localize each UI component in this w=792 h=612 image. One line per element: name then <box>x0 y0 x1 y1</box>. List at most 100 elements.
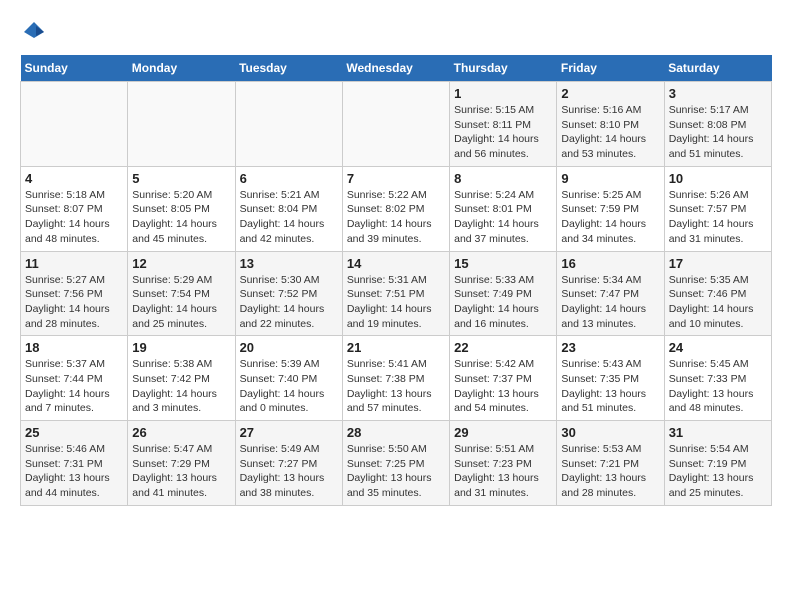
calendar-week-row: 11 Sunrise: 5:27 AM Sunset: 7:56 PM Dayli… <box>21 251 772 336</box>
calendar-cell: 27 Sunrise: 5:49 AM Sunset: 7:27 PM Dayli… <box>235 421 342 506</box>
day-info: Sunrise: 5:38 AM Sunset: 7:42 PM Dayligh… <box>132 357 230 416</box>
calendar-cell: 1Sunrise: 5:15 AM Sunset: 8:11 PM Daylig… <box>450 82 557 167</box>
calendar-cell <box>128 82 235 167</box>
calendar-cell: 12Sunrise: 5:29 AM Sunset: 7:54 PM Dayli… <box>128 251 235 336</box>
day-info: Sunrise: 5:18 AM Sunset: 8:07 PM Dayligh… <box>25 188 123 247</box>
day-info: Sunrise: 5:45 AM Sunset: 7:33 PM Dayligh… <box>669 357 767 416</box>
day-number: 19 <box>132 340 230 355</box>
calendar-week-row: 25 Sunrise: 5:46 AM Sunset: 7:31 PM Dayli… <box>21 421 772 506</box>
calendar-cell: 3 Sunrise: 5:17 AM Sunset: 8:08 PM Daylig… <box>664 82 771 167</box>
calendar-cell: 10 Sunrise: 5:26 AM Sunset: 7:57 PM Dayli… <box>664 166 771 251</box>
logo-icon <box>22 20 46 44</box>
day-info: Sunrise: 5:51 AM Sunset: 7:23 PM Dayligh… <box>454 442 552 501</box>
calendar-cell: 20Sunrise: 5:39 AM Sunset: 7:40 PM Dayli… <box>235 336 342 421</box>
day-info: Sunrise: 5:50 AM Sunset: 7:25 PM Dayligh… <box>347 442 445 501</box>
day-info: Sunrise: 5:53 AM Sunset: 7:21 PM Dayligh… <box>561 442 659 501</box>
day-info: Sunrise: 5:21 AM Sunset: 8:04 PM Dayligh… <box>240 188 338 247</box>
calendar-cell: 6 Sunrise: 5:21 AM Sunset: 8:04 PM Daylig… <box>235 166 342 251</box>
calendar-cell: 17 Sunrise: 5:35 AM Sunset: 7:46 PM Dayli… <box>664 251 771 336</box>
calendar-cell: 14 Sunrise: 5:31 AM Sunset: 7:51 PM Dayli… <box>342 251 449 336</box>
day-number: 9 <box>561 171 659 186</box>
day-info: Sunrise: 5:26 AM Sunset: 7:57 PM Dayligh… <box>669 188 767 247</box>
calendar-cell: 31 Sunrise: 5:54 AM Sunset: 7:19 PM Dayli… <box>664 421 771 506</box>
day-info: Sunrise: 5:30 AM Sunset: 7:52 PM Dayligh… <box>240 273 338 332</box>
day-number: 16 <box>561 256 659 271</box>
calendar-cell: 18Sunrise: 5:37 AM Sunset: 7:44 PM Dayli… <box>21 336 128 421</box>
calendar-table: SundayMondayTuesdayWednesdayThursdayFrid… <box>20 55 772 506</box>
day-number: 5 <box>132 171 230 186</box>
day-number: 18 <box>25 340 123 355</box>
day-number: 29 <box>454 425 552 440</box>
calendar-cell: 24 Sunrise: 5:45 AM Sunset: 7:33 PM Dayli… <box>664 336 771 421</box>
day-number: 20 <box>240 340 338 355</box>
day-of-week-header: Friday <box>557 55 664 82</box>
calendar-week-row: 4 Sunrise: 5:18 AM Sunset: 8:07 PM Daylig… <box>21 166 772 251</box>
day-number: 7 <box>347 171 445 186</box>
calendar-cell: 8Sunrise: 5:24 AM Sunset: 8:01 PM Daylig… <box>450 166 557 251</box>
calendar-week-row: 1Sunrise: 5:15 AM Sunset: 8:11 PM Daylig… <box>21 82 772 167</box>
day-info: Sunrise: 5:31 AM Sunset: 7:51 PM Dayligh… <box>347 273 445 332</box>
calendar-cell: 29 Sunrise: 5:51 AM Sunset: 7:23 PM Dayli… <box>450 421 557 506</box>
day-number: 14 <box>347 256 445 271</box>
calendar-cell: 22 Sunrise: 5:42 AM Sunset: 7:37 PM Dayli… <box>450 336 557 421</box>
day-info: Sunrise: 5:49 AM Sunset: 7:27 PM Dayligh… <box>240 442 338 501</box>
calendar-cell: 7Sunrise: 5:22 AM Sunset: 8:02 PM Daylig… <box>342 166 449 251</box>
day-of-week-header: Sunday <box>21 55 128 82</box>
calendar-cell <box>235 82 342 167</box>
calendar-cell: 13 Sunrise: 5:30 AM Sunset: 7:52 PM Dayli… <box>235 251 342 336</box>
page-header <box>20 20 772 45</box>
day-number: 31 <box>669 425 767 440</box>
calendar-cell: 5 Sunrise: 5:20 AM Sunset: 8:05 PM Daylig… <box>128 166 235 251</box>
day-number: 15 <box>454 256 552 271</box>
day-number: 13 <box>240 256 338 271</box>
day-info: Sunrise: 5:16 AM Sunset: 8:10 PM Dayligh… <box>561 103 659 162</box>
calendar-cell: 25 Sunrise: 5:46 AM Sunset: 7:31 PM Dayli… <box>21 421 128 506</box>
day-number: 22 <box>454 340 552 355</box>
day-info: Sunrise: 5:25 AM Sunset: 7:59 PM Dayligh… <box>561 188 659 247</box>
calendar-cell: 16 Sunrise: 5:34 AM Sunset: 7:47 PM Dayli… <box>557 251 664 336</box>
day-info: Sunrise: 5:15 AM Sunset: 8:11 PM Dayligh… <box>454 103 552 162</box>
day-number: 28 <box>347 425 445 440</box>
day-number: 26 <box>132 425 230 440</box>
day-of-week-header: Wednesday <box>342 55 449 82</box>
day-number: 30 <box>561 425 659 440</box>
calendar-cell <box>342 82 449 167</box>
day-number: 2 <box>561 86 659 101</box>
logo <box>20 20 46 45</box>
day-number: 27 <box>240 425 338 440</box>
day-info: Sunrise: 5:35 AM Sunset: 7:46 PM Dayligh… <box>669 273 767 332</box>
day-info: Sunrise: 5:34 AM Sunset: 7:47 PM Dayligh… <box>561 273 659 332</box>
calendar-cell: 21 Sunrise: 5:41 AM Sunset: 7:38 PM Dayli… <box>342 336 449 421</box>
day-number: 3 <box>669 86 767 101</box>
calendar-week-row: 18Sunrise: 5:37 AM Sunset: 7:44 PM Dayli… <box>21 336 772 421</box>
calendar-cell: 19 Sunrise: 5:38 AM Sunset: 7:42 PM Dayli… <box>128 336 235 421</box>
calendar-cell: 26 Sunrise: 5:47 AM Sunset: 7:29 PM Dayli… <box>128 421 235 506</box>
day-number: 6 <box>240 171 338 186</box>
day-info: Sunrise: 5:43 AM Sunset: 7:35 PM Dayligh… <box>561 357 659 416</box>
day-of-week-header: Saturday <box>664 55 771 82</box>
day-number: 23 <box>561 340 659 355</box>
calendar-header-row: SundayMondayTuesdayWednesdayThursdayFrid… <box>21 55 772 82</box>
day-number: 17 <box>669 256 767 271</box>
day-info: Sunrise: 5:27 AM Sunset: 7:56 PM Dayligh… <box>25 273 123 332</box>
calendar-cell: 23 Sunrise: 5:43 AM Sunset: 7:35 PM Dayli… <box>557 336 664 421</box>
day-number: 21 <box>347 340 445 355</box>
day-info: Sunrise: 5:20 AM Sunset: 8:05 PM Dayligh… <box>132 188 230 247</box>
day-of-week-header: Thursday <box>450 55 557 82</box>
day-number: 25 <box>25 425 123 440</box>
day-number: 4 <box>25 171 123 186</box>
day-info: Sunrise: 5:47 AM Sunset: 7:29 PM Dayligh… <box>132 442 230 501</box>
day-number: 10 <box>669 171 767 186</box>
day-info: Sunrise: 5:17 AM Sunset: 8:08 PM Dayligh… <box>669 103 767 162</box>
calendar-cell: 30 Sunrise: 5:53 AM Sunset: 7:21 PM Dayli… <box>557 421 664 506</box>
day-info: Sunrise: 5:29 AM Sunset: 7:54 PM Dayligh… <box>132 273 230 332</box>
calendar-cell: 2 Sunrise: 5:16 AM Sunset: 8:10 PM Daylig… <box>557 82 664 167</box>
day-number: 24 <box>669 340 767 355</box>
day-info: Sunrise: 5:46 AM Sunset: 7:31 PM Dayligh… <box>25 442 123 501</box>
day-info: Sunrise: 5:54 AM Sunset: 7:19 PM Dayligh… <box>669 442 767 501</box>
day-info: Sunrise: 5:33 AM Sunset: 7:49 PM Dayligh… <box>454 273 552 332</box>
day-info: Sunrise: 5:41 AM Sunset: 7:38 PM Dayligh… <box>347 357 445 416</box>
day-number: 11 <box>25 256 123 271</box>
day-info: Sunrise: 5:42 AM Sunset: 7:37 PM Dayligh… <box>454 357 552 416</box>
calendar-cell: 15 Sunrise: 5:33 AM Sunset: 7:49 PM Dayli… <box>450 251 557 336</box>
